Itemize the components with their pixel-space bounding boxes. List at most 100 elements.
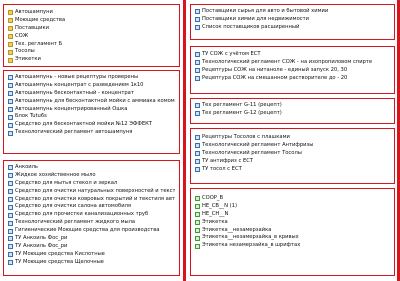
file-item[interactable]: Тех регламент G-12 (рецепт) [195, 110, 390, 118]
file-label: Этикетка__незамерзайка [202, 226, 272, 233]
file-item[interactable]: ТУ Моющие средства Щелочные [8, 259, 175, 267]
file-item[interactable]: Этикетка__незамерзайка_в кривых [195, 234, 390, 242]
document-icon [195, 212, 200, 218]
file-item[interactable]: Средство для бесконтактной мойки №12 ЭФФ… [8, 121, 175, 129]
file-label: ТУ Анкоиль Фос_ри [15, 242, 68, 249]
file-label: Тех регламент G-12 (рецепт) [202, 109, 282, 116]
document-icon [8, 197, 13, 202]
file-item[interactable]: Технологический регламент Антифризы [195, 142, 390, 150]
document-icon [8, 244, 13, 250]
file-item[interactable]: Этикетка незамерзайка_в шрифтах [195, 242, 390, 250]
document-icon [8, 83, 13, 89]
file-item[interactable]: Технологический регламент автошампуня [8, 129, 175, 137]
file-label: Рецептура СОЖ на смешанном растворителе … [202, 74, 348, 81]
file-label: Тех регламент G-11 (рецепт) [202, 102, 282, 108]
file-item[interactable]: Автошампунь концентрат с разведением 1к1… [8, 82, 175, 90]
document-icon [8, 220, 13, 226]
file-item[interactable]: Технологический регламент СОЖ - на изопр… [195, 59, 390, 67]
file-item[interactable]: Тех регламент G-11 (рецепт) [195, 102, 390, 110]
document-icon [195, 196, 200, 202]
file-label: Средство для очистки ковровых покрытий и… [15, 195, 175, 202]
file-label: Технологический регламент Тосолы [202, 149, 302, 156]
file-label: Анкоиль [15, 164, 38, 170]
document-icon [8, 99, 13, 105]
file-item[interactable]: ТУ СОЖ с учётом ЕСТ [195, 51, 390, 59]
document-icon [8, 75, 13, 81]
file-item[interactable]: Поставщики сырья для авто и бытовой хими… [195, 8, 390, 16]
document-icon [195, 9, 200, 15]
file-label: ТУ тосол с ЕСТ [202, 165, 242, 172]
file-label: Средство для очистки натуральных поверхн… [15, 187, 175, 194]
file-item[interactable]: Этикетка [195, 219, 390, 227]
file-label: Технологический регламент Антифризы [202, 141, 314, 148]
file-item[interactable]: Рецептуры Тосолов с плашками [195, 134, 390, 142]
document-icon [8, 204, 13, 210]
file-label: Моющие средства [15, 16, 66, 23]
file-label: Технологический регламент жидкого мыла [15, 219, 136, 226]
document-icon [195, 68, 200, 74]
file-item[interactable]: Технологический регламент жидкого мыла [8, 219, 175, 227]
file-item[interactable]: Анкоиль [8, 164, 175, 172]
file-label: Поставщики [15, 24, 49, 31]
coolant-list: ТУ СОЖ с учётом ЕСТ Технологический регла… [195, 51, 390, 83]
file-item[interactable]: Блок Tutu6s [8, 113, 175, 121]
file-item[interactable]: Этикетка__незамерзайка [195, 227, 390, 235]
file-item[interactable]: Технологический регламент Тосолы [195, 150, 390, 158]
file-item[interactable]: Автошампуни [8, 9, 175, 17]
file-label: Средство для прочистки канализационных т… [15, 211, 149, 218]
file-label: Жидкое хозяйственное мыло [15, 171, 96, 178]
file-item[interactable]: Средство для очистки натуральных поверхн… [8, 188, 175, 196]
file-item[interactable]: Тех. регламент Б [8, 41, 175, 49]
file-item[interactable]: СООР_В [195, 195, 390, 203]
folder-icon [8, 57, 13, 63]
panel-antifreeze: Рецептуры Тосолов с плашками Технологичес… [190, 128, 395, 184]
file-label: Автошампуни [15, 9, 53, 15]
file-item[interactable]: ТУ Моющие средства Кислотные [8, 251, 175, 259]
file-label: ТУ СОЖ с учётом ЕСТ [202, 51, 261, 57]
file-item[interactable]: Рецептуры СОЖ на нитаноле - единый запус… [195, 67, 390, 75]
file-item[interactable]: Поставщики [8, 25, 175, 33]
file-item[interactable]: Этикетки [8, 56, 175, 64]
file-item[interactable]: НЕ_СВ__N (1) [195, 203, 390, 211]
file-item[interactable]: Моющие средства [8, 17, 175, 25]
file-item[interactable]: ТУ антифриз с ЕСТ [195, 158, 390, 166]
file-item[interactable]: Список поставщиков расширенный [195, 24, 390, 32]
file-item[interactable]: СОЖ [8, 33, 175, 41]
folder-icon [8, 34, 13, 40]
panel-tech-regulation: Тех регламент G-11 (рецепт) Тех регламент… [190, 98, 395, 124]
document-icon [195, 204, 200, 210]
file-item[interactable]: Рецептура СОЖ на смешанном растворителе … [195, 75, 390, 83]
detergents-list: Анкоиль Жидкое хозяйственное мыло Средство… [8, 164, 175, 267]
file-item[interactable]: Автошампунь для бесконтактной мойки с ам… [8, 98, 175, 106]
folder-icon [8, 10, 13, 16]
file-label: Этикетки [15, 56, 41, 63]
file-item[interactable]: ТУ Анкоиль Фос_ри [8, 235, 175, 243]
file-item[interactable]: Автошампунь - новые рецептуры проверены [8, 74, 175, 82]
file-item[interactable]: Гигиенические Моющие средства для произв… [8, 227, 175, 235]
file-item[interactable]: Жидкое хозяйственное мыло [8, 172, 175, 180]
file-label: ТУ Моющие средства Щелочные [15, 258, 104, 265]
file-label: НЕ_СВ__N (1) [202, 202, 238, 209]
file-item[interactable]: Средство для прочистки канализационных т… [8, 211, 175, 219]
document-icon [8, 173, 13, 179]
file-item[interactable]: Средство для очистки салона автомобиля [8, 203, 175, 211]
document-icon [8, 165, 13, 171]
file-item[interactable]: ТУ Анкоиль Фос_ри [8, 243, 175, 251]
antifreeze-list: Рецептуры Тосолов с плашками Технологичес… [195, 134, 390, 173]
document-icon [195, 17, 200, 23]
file-item[interactable]: Автошампунь бесконтактный - концентрат [8, 90, 175, 98]
file-item[interactable]: Автошампунь концентрированный Ошка [8, 106, 175, 114]
file-item[interactable]: Средство для мытья стекол и зеркал [8, 180, 175, 188]
file-item[interactable]: Поставщики химии для недвижимости [195, 16, 390, 24]
file-item[interactable]: НЕ_СН__N [195, 211, 390, 219]
document-icon [8, 236, 13, 242]
file-label: Тех. регламент Б [15, 40, 63, 47]
document-icon [8, 91, 13, 97]
file-item[interactable]: ТУ тосол с ЕСТ [195, 166, 390, 174]
file-label: Автошампунь концентрат с разведением 1к1… [15, 81, 144, 88]
panel-suppliers: Поставщики сырья для авто и бытовой хими… [190, 4, 395, 40]
file-label: Рецептуры Тосолов с плашками [202, 134, 290, 140]
file-item[interactable]: Средство для очистки ковровых покрытий и… [8, 196, 175, 204]
folder-icon [8, 42, 13, 47]
file-item[interactable]: Тосолы [8, 48, 175, 56]
